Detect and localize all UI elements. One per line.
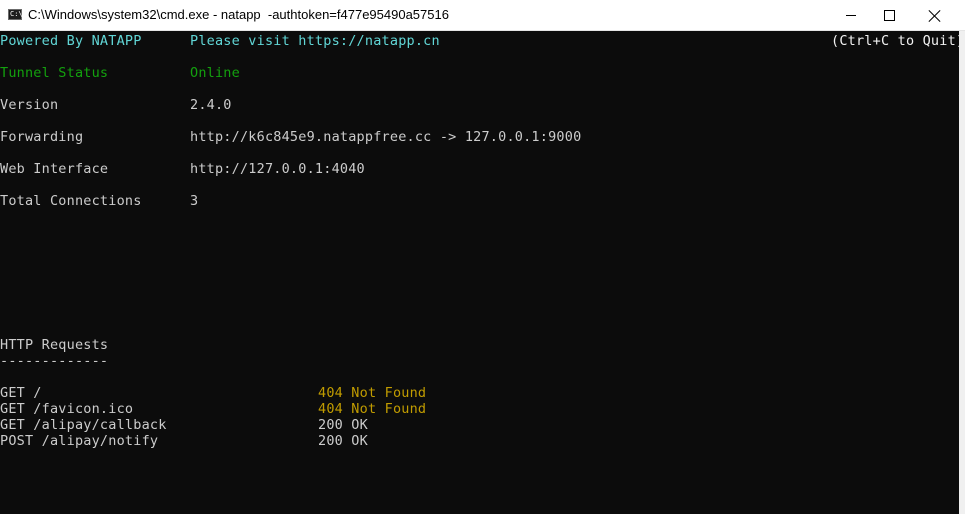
status-value: Online <box>190 65 240 81</box>
quit-hint-text: (Ctrl+C to Quit) <box>831 33 965 49</box>
http-requests-heading: HTTP Requests <box>0 337 109 353</box>
request-method-path: GET / <box>0 385 42 401</box>
maximize-icon <box>883 10 895 21</box>
vertical-scrollbar[interactable] <box>959 31 965 514</box>
request-status: 200 OK <box>318 417 368 433</box>
request-method-path: GET /favicon.ico <box>0 401 134 417</box>
close-button[interactable] <box>912 0 958 31</box>
console-output[interactable]: Powered By NATAPP Please visit https://n… <box>0 31 964 514</box>
version-value: 2.4.0 <box>190 97 232 113</box>
version-label: Version <box>0 97 59 113</box>
web-interface-value: http://127.0.0.1:4040 <box>190 161 365 177</box>
cmd-app-icon[interactable]: C:\ <box>8 9 23 20</box>
maximize-button[interactable] <box>866 0 912 31</box>
request-status: 200 OK <box>318 433 368 449</box>
forwarding-value: http://k6c845e9.natappfree.cc -> 127.0.0… <box>190 129 582 145</box>
http-requests-rule: ------------- <box>0 353 109 369</box>
request-status: 404 Not Found <box>318 401 427 417</box>
request-method-path: POST /alipay/notify <box>0 433 159 449</box>
web-interface-label: Web Interface <box>0 161 109 177</box>
powered-by-text: Powered By NATAPP <box>0 33 142 49</box>
total-connections-label: Total Connections <box>0 193 142 209</box>
request-status: 404 Not Found <box>318 385 427 401</box>
minimize-icon <box>846 15 856 16</box>
title-bar[interactable]: C:\ C:\Windows\system32\cmd.exe - natapp… <box>0 0 965 31</box>
visit-url-text: Please visit https://natapp.cn <box>190 33 440 49</box>
app-icon-label: C:\ <box>10 10 23 18</box>
close-icon <box>929 10 941 22</box>
window-title: C:\Windows\system32\cmd.exe - natapp -au… <box>28 7 449 22</box>
request-method-path: GET /alipay/callback <box>0 417 167 433</box>
status-label: Tunnel Status <box>0 65 109 81</box>
forwarding-label: Forwarding <box>0 129 84 145</box>
total-connections-value: 3 <box>190 193 199 209</box>
